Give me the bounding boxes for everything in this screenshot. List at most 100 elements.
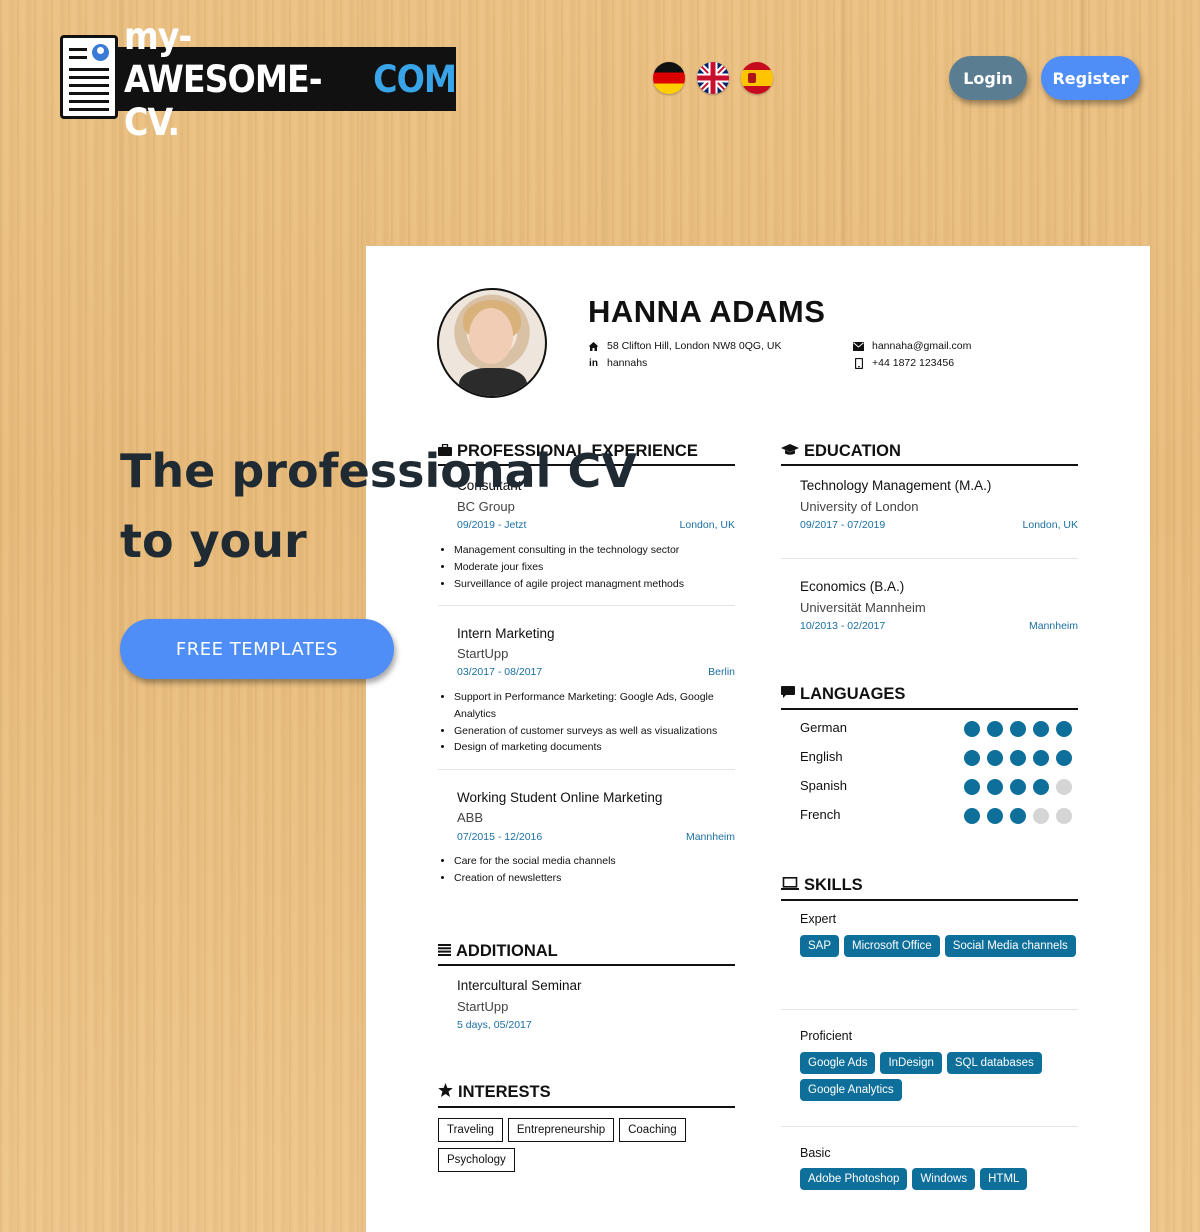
level-dot-empty <box>1056 808 1072 824</box>
education-title: EDUCATION <box>804 442 901 460</box>
additional-org: StartUpp <box>457 999 509 1014</box>
login-button[interactable]: Login <box>949 56 1027 100</box>
bullet-item: Care for the social media channels <box>454 853 744 870</box>
skill-tag: SAP <box>800 935 840 957</box>
section-divider <box>438 1106 735 1108</box>
site-logo[interactable]: my-AWESOME-CV. COM <box>60 15 457 144</box>
education-location: London, UK <box>1022 519 1078 531</box>
level-dot-filled <box>1033 750 1049 766</box>
interest-tag: Entrepreneurship <box>507 1118 615 1142</box>
cv-name: HANNA ADAMS <box>588 294 826 329</box>
skill-tag: SQL databases <box>946 1052 1042 1074</box>
language-level-dots <box>964 721 1072 737</box>
job-bullets: Support in Performance Marketing: Google… <box>438 689 744 756</box>
german-flag-icon[interactable] <box>653 62 685 94</box>
linkedin-text: hannahs <box>607 357 648 369</box>
skills-title: SKILLS <box>804 876 863 894</box>
education-heading: EDUCATION <box>781 442 901 461</box>
level-dot-filled <box>987 808 1003 824</box>
interest-tag: Coaching <box>619 1118 686 1142</box>
hero-line-2: to your <box>120 514 307 568</box>
phone-icon <box>853 357 864 369</box>
job-title: Intern Marketing <box>457 626 555 641</box>
level-dot-empty <box>1056 779 1072 795</box>
uk-flag-icon[interactable] <box>697 62 729 94</box>
school-name: Universität Mannheim <box>800 600 926 615</box>
hero-headline: The professional CV to your <box>120 436 637 576</box>
graduation-cap-icon <box>781 442 799 461</box>
language-name: German <box>800 720 847 735</box>
level-dot-filled <box>964 750 980 766</box>
linkedin-icon: in <box>589 357 598 369</box>
skill-tag: Adobe Photoshop <box>800 1168 908 1190</box>
language-name: Spanish <box>800 778 847 793</box>
level-dot-filled <box>1033 721 1049 737</box>
logo-wordmark: my-AWESOME-CV. COM <box>116 15 457 144</box>
level-dot-filled <box>1010 750 1026 766</box>
level-dot-empty <box>1033 808 1049 824</box>
bullet-item: Design of marketing documents <box>454 739 744 756</box>
level-dot-filled <box>964 721 980 737</box>
language-switcher <box>653 62 773 94</box>
level-dot-filled <box>987 779 1003 795</box>
address-text: 58 Clifton Hill, London NW8 0QG, UK <box>607 340 782 352</box>
entry-divider <box>438 605 735 606</box>
entry-divider <box>781 558 1078 559</box>
interest-tag: Traveling <box>438 1118 503 1142</box>
skill-tag: Windows <box>912 1168 976 1190</box>
bullet-item: Creation of newsletters <box>454 870 744 887</box>
languages-title: LANGUAGES <box>800 685 906 703</box>
job-title: Working Student Online Marketing <box>457 790 663 805</box>
degree-title: Economics (B.A.) <box>800 579 905 594</box>
education-dates: 09/2017 - 07/2019 <box>800 519 886 531</box>
language-level-dots <box>964 808 1072 824</box>
skill-tag: Google Ads <box>800 1052 876 1074</box>
spanish-flag-icon[interactable] <box>741 62 773 94</box>
language-level-dots <box>964 779 1072 795</box>
contact-linkedin: in hannahs <box>588 357 647 369</box>
job-company: StartUpp <box>457 646 509 661</box>
skill-level-label: Proficient <box>800 1029 853 1043</box>
bullet-item: Surveillance of agile project managment … <box>454 576 744 593</box>
register-button[interactable]: Register <box>1041 56 1140 100</box>
level-dot-filled <box>1056 750 1072 766</box>
level-dot-filled <box>1010 779 1026 795</box>
logo-text-tld: COM <box>373 57 457 101</box>
cv-document-icon <box>60 35 118 119</box>
entry-divider <box>781 1126 1078 1127</box>
profile-photo <box>437 288 547 398</box>
list-icon <box>438 942 451 961</box>
interest-tag: Psychology <box>438 1148 515 1172</box>
entry-divider <box>781 1009 1078 1010</box>
degree-title: Technology Management (M.A.) <box>800 478 992 493</box>
cv-preview: HANNA ADAMS 58 Clifton Hill, London NW8 … <box>366 246 1150 1232</box>
bullet-item: Generation of customer surveys as well a… <box>454 723 744 740</box>
education-location: Mannheim <box>1028 620 1078 632</box>
level-dot-filled <box>1033 779 1049 795</box>
contact-phone: +44 1872 123456 <box>853 357 954 369</box>
skill-tag: Social Media channels <box>944 935 1076 957</box>
skills-heading: SKILLS <box>781 876 863 895</box>
contact-email: hannaha@gmail.com <box>853 340 971 352</box>
languages-heading: LANGUAGES <box>781 685 905 704</box>
level-dot-filled <box>987 721 1003 737</box>
bullet-item: Support in Performance Marketing: Google… <box>454 689 744 723</box>
level-dot-filled <box>964 808 980 824</box>
job-location: London, UK <box>679 519 735 531</box>
interests-heading: INTERESTS <box>438 1083 551 1102</box>
additional-meta: 5 days, 05/2017 <box>457 1019 532 1031</box>
logo-text-main: my-AWESOME-CV. <box>124 14 323 144</box>
skill-tag: Microsoft Office <box>844 935 940 957</box>
interests-title: INTERESTS <box>458 1083 551 1101</box>
email-text: hannaha@gmail.com <box>872 340 972 352</box>
job-company: ABB <box>457 810 484 825</box>
free-templates-button[interactable]: FREE TEMPLATES <box>120 619 394 679</box>
skill-level-label: Expert <box>800 912 837 926</box>
laptop-icon <box>781 876 799 895</box>
level-dot-filled <box>964 779 980 795</box>
language-level-dots <box>964 750 1072 766</box>
phone-text: +44 1872 123456 <box>872 357 955 369</box>
interest-tags: Traveling Entrepreneurship Coaching Psyc… <box>438 1118 698 1172</box>
skill-tags: SAP Microsoft Office Social Media channe… <box>800 935 1080 957</box>
skill-tag: Google Analytics <box>800 1079 902 1101</box>
